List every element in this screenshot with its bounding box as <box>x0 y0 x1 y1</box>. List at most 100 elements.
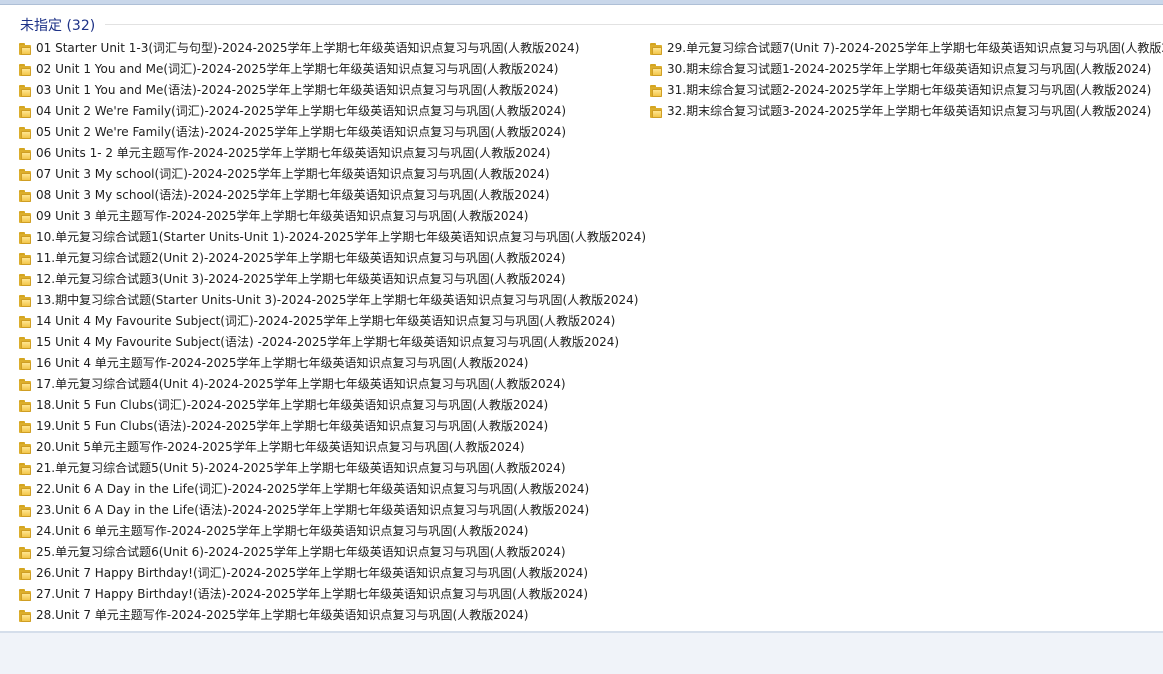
folder-icon <box>18 525 32 539</box>
folder-item[interactable]: 09 Unit 3 单元主题写作-2024-2025学年上学期七年级英语知识点复… <box>18 206 648 227</box>
folder-icon <box>18 399 32 413</box>
folder-name: 28.Unit 7 单元主题写作-2024-2025学年上学期七年级英语知识点复… <box>36 608 529 622</box>
folder-name: 12.单元复习综合试题3(Unit 3)-2024-2025学年上学期七年级英语… <box>36 272 566 286</box>
explorer-bottom-area <box>0 631 1163 674</box>
folder-item[interactable]: 32.期末综合复习试题3-2024-2025学年上学期七年级英语知识点复习与巩固… <box>649 101 1163 122</box>
folder-item[interactable]: 10.单元复习综合试题1(Starter Units-Unit 1)-2024-… <box>18 227 648 248</box>
folder-name: 13.期中复习综合试题(Starter Units-Unit 3)-2024-2… <box>36 293 639 307</box>
folder-item[interactable]: 13.期中复习综合试题(Starter Units-Unit 3)-2024-2… <box>18 290 648 311</box>
folder-icon <box>18 462 32 476</box>
folder-name: 20.Unit 5单元主题写作-2024-2025学年上学期七年级英语知识点复习… <box>36 440 525 454</box>
folder-item[interactable]: 04 Unit 2 We're Family(词汇)-2024-2025学年上学… <box>18 101 648 122</box>
folder-name: 02 Unit 1 You and Me(词汇)-2024-2025学年上学期七… <box>36 62 559 76</box>
folder-icon <box>18 168 32 182</box>
folder-item[interactable]: 11.单元复习综合试题2(Unit 2)-2024-2025学年上学期七年级英语… <box>18 248 648 269</box>
folder-name: 05 Unit 2 We're Family(语法)-2024-2025学年上学… <box>36 125 567 139</box>
folder-name: 06 Units 1- 2 单元主题写作-2024-2025学年上学期七年级英语… <box>36 146 551 160</box>
folder-item[interactable]: 06 Units 1- 2 单元主题写作-2024-2025学年上学期七年级英语… <box>18 143 648 164</box>
file-list-column-left: 01 Starter Unit 1-3(词汇与句型)-2024-2025学年上学… <box>18 38 648 626</box>
folder-item[interactable]: 31.期末综合复习试题2-2024-2025学年上学期七年级英语知识点复习与巩固… <box>649 80 1163 101</box>
folder-name: 15 Unit 4 My Favourite Subject(语法) -2024… <box>36 335 620 349</box>
folder-icon <box>18 567 32 581</box>
folder-item[interactable]: 17.单元复习综合试题4(Unit 4)-2024-2025学年上学期七年级英语… <box>18 374 648 395</box>
folder-item[interactable]: 27.Unit 7 Happy Birthday!(语法)-2024-2025学… <box>18 584 648 605</box>
folder-item[interactable]: 30.期末综合复习试题1-2024-2025学年上学期七年级英语知识点复习与巩固… <box>649 59 1163 80</box>
folder-name: 29.单元复习综合试题7(Unit 7)-2024-2025学年上学期七年级英语… <box>667 41 1163 55</box>
folder-icon <box>18 315 32 329</box>
folder-name: 32.期末综合复习试题3-2024-2025学年上学期七年级英语知识点复习与巩固… <box>667 104 1152 118</box>
folder-item[interactable]: 12.单元复习综合试题3(Unit 3)-2024-2025学年上学期七年级英语… <box>18 269 648 290</box>
folder-item[interactable]: 29.单元复习综合试题7(Unit 7)-2024-2025学年上学期七年级英语… <box>649 38 1163 59</box>
folder-item[interactable]: 26.Unit 7 Happy Birthday!(词汇)-2024-2025学… <box>18 563 648 584</box>
folder-icon <box>18 273 32 287</box>
folder-name: 31.期末综合复习试题2-2024-2025学年上学期七年级英语知识点复习与巩固… <box>667 83 1152 97</box>
folder-name: 27.Unit 7 Happy Birthday!(语法)-2024-2025学… <box>36 587 589 601</box>
folder-item[interactable]: 03 Unit 1 You and Me(语法)-2024-2025学年上学期七… <box>18 80 648 101</box>
folder-name: 23.Unit 6 A Day in the Life(语法)-2024-202… <box>36 503 590 517</box>
folder-icon <box>18 63 32 77</box>
folder-item[interactable]: 15 Unit 4 My Favourite Subject(语法) -2024… <box>18 332 648 353</box>
folder-name: 30.期末综合复习试题1-2024-2025学年上学期七年级英语知识点复习与巩固… <box>667 62 1152 76</box>
folder-item[interactable]: 24.Unit 6 单元主题写作-2024-2025学年上学期七年级英语知识点复… <box>18 521 648 542</box>
folder-icon <box>18 231 32 245</box>
folder-icon <box>18 105 32 119</box>
folder-icon <box>18 357 32 371</box>
folder-item[interactable]: 21.单元复习综合试题5(Unit 5)-2024-2025学年上学期七年级英语… <box>18 458 648 479</box>
folder-icon <box>18 189 32 203</box>
folder-name: 01 Starter Unit 1-3(词汇与句型)-2024-2025学年上学… <box>36 41 580 55</box>
folder-name: 14 Unit 4 My Favourite Subject(词汇)-2024-… <box>36 314 616 328</box>
folder-icon <box>649 63 663 77</box>
folder-name: 08 Unit 3 My school(语法)-2024-2025学年上学期七年… <box>36 188 550 202</box>
folder-name: 09 Unit 3 单元主题写作-2024-2025学年上学期七年级英语知识点复… <box>36 209 529 223</box>
folder-icon <box>18 588 32 602</box>
folder-item[interactable]: 23.Unit 6 A Day in the Life(语法)-2024-202… <box>18 500 648 521</box>
folder-name: 24.Unit 6 单元主题写作-2024-2025学年上学期七年级英语知识点复… <box>36 524 529 538</box>
folder-name: 07 Unit 3 My school(词汇)-2024-2025学年上学期七年… <box>36 167 550 181</box>
folder-name: 19.Unit 5 Fun Clubs(语法)-2024-2025学年上学期七年… <box>36 419 549 433</box>
folder-icon <box>649 105 663 119</box>
folder-icon <box>649 42 663 56</box>
folder-icon <box>18 504 32 518</box>
folder-icon <box>18 84 32 98</box>
folder-icon <box>18 210 32 224</box>
folder-name: 25.单元复习综合试题6(Unit 6)-2024-2025学年上学期七年级英语… <box>36 545 566 559</box>
folder-item[interactable]: 20.Unit 5单元主题写作-2024-2025学年上学期七年级英语知识点复习… <box>18 437 648 458</box>
folder-item[interactable]: 18.Unit 5 Fun Clubs(词汇)-2024-2025学年上学期七年… <box>18 395 648 416</box>
folder-item[interactable]: 14 Unit 4 My Favourite Subject(词汇)-2024-… <box>18 311 648 332</box>
folder-icon <box>18 609 32 623</box>
file-list-column-right: 29.单元复习综合试题7(Unit 7)-2024-2025学年上学期七年级英语… <box>649 38 1163 122</box>
folder-icon <box>18 546 32 560</box>
folder-item[interactable]: 07 Unit 3 My school(词汇)-2024-2025学年上学期七年… <box>18 164 648 185</box>
folder-name: 17.单元复习综合试题4(Unit 4)-2024-2025学年上学期七年级英语… <box>36 377 566 391</box>
folder-item[interactable]: 08 Unit 3 My school(语法)-2024-2025学年上学期七年… <box>18 185 648 206</box>
folder-icon <box>18 378 32 392</box>
folder-name: 21.单元复习综合试题5(Unit 5)-2024-2025学年上学期七年级英语… <box>36 461 566 475</box>
group-title[interactable]: 未指定 (32) <box>20 15 95 35</box>
folder-name: 18.Unit 5 Fun Clubs(词汇)-2024-2025学年上学期七年… <box>36 398 549 412</box>
folder-name: 10.单元复习综合试题1(Starter Units-Unit 1)-2024-… <box>36 230 647 244</box>
folder-icon <box>649 84 663 98</box>
folder-name: 16 Unit 4 单元主题写作-2024-2025学年上学期七年级英语知识点复… <box>36 356 529 370</box>
folder-icon <box>18 441 32 455</box>
folder-item[interactable]: 25.单元复习综合试题6(Unit 6)-2024-2025学年上学期七年级英语… <box>18 542 648 563</box>
folder-item[interactable]: 01 Starter Unit 1-3(词汇与句型)-2024-2025学年上学… <box>18 38 648 59</box>
folder-item[interactable]: 28.Unit 7 单元主题写作-2024-2025学年上学期七年级英语知识点复… <box>18 605 648 626</box>
folder-item[interactable]: 19.Unit 5 Fun Clubs(语法)-2024-2025学年上学期七年… <box>18 416 648 437</box>
folder-icon <box>18 252 32 266</box>
folder-item[interactable]: 05 Unit 2 We're Family(语法)-2024-2025学年上学… <box>18 122 648 143</box>
folder-icon <box>18 126 32 140</box>
folder-item[interactable]: 02 Unit 1 You and Me(词汇)-2024-2025学年上学期七… <box>18 59 648 80</box>
folder-icon <box>18 42 32 56</box>
folder-icon <box>18 336 32 350</box>
folder-name: 11.单元复习综合试题2(Unit 2)-2024-2025学年上学期七年级英语… <box>36 251 566 265</box>
folder-icon <box>18 420 32 434</box>
folder-name: 04 Unit 2 We're Family(词汇)-2024-2025学年上学… <box>36 104 567 118</box>
group-divider <box>105 24 1163 25</box>
group-header[interactable]: 未指定 (32) <box>0 4 1163 40</box>
folder-name: 22.Unit 6 A Day in the Life(词汇)-2024-202… <box>36 482 590 496</box>
folder-item[interactable]: 22.Unit 6 A Day in the Life(词汇)-2024-202… <box>18 479 648 500</box>
folder-icon <box>18 147 32 161</box>
folder-name: 26.Unit 7 Happy Birthday!(词汇)-2024-2025学… <box>36 566 589 580</box>
folder-item[interactable]: 16 Unit 4 单元主题写作-2024-2025学年上学期七年级英语知识点复… <box>18 353 648 374</box>
folder-icon <box>18 483 32 497</box>
